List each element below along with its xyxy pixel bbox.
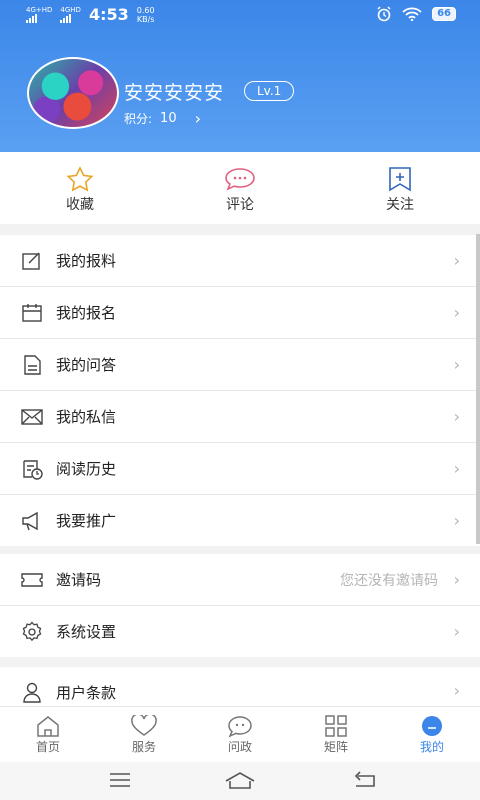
points-label: 积分: (124, 112, 153, 126)
edit-icon (22, 252, 40, 270)
menu-item-my-messages[interactable]: 我的私信 › (0, 391, 480, 443)
menu-icon[interactable] (108, 770, 132, 790)
points-value: 10 (160, 111, 177, 126)
user-icon (23, 682, 41, 703)
points-link[interactable]: 积分: 10 › (124, 109, 201, 128)
ticket-icon (21, 573, 43, 587)
calendar-icon (22, 304, 42, 322)
home-nav-icon[interactable] (224, 770, 256, 790)
menu-item-label: 系统设置 (56, 623, 117, 641)
chevron-right-icon: › (194, 109, 201, 128)
tab-label: 我的 (419, 740, 444, 754)
chat-icon (228, 716, 252, 737)
tab-mine[interactable]: 我的 (402, 715, 462, 755)
signal-2: 4GHD (60, 6, 81, 23)
menu-item-terms[interactable]: 用户条款 › (0, 667, 480, 706)
menu-item-my-qa[interactable]: 我的问答 › (0, 339, 480, 391)
chevron-right-icon: › (453, 251, 460, 270)
clock: 4:53 (88, 5, 129, 24)
back-icon[interactable] (352, 770, 378, 790)
follow-label: 关注 (386, 197, 414, 213)
menu-item-label: 用户条款 (56, 684, 117, 702)
menu-group-2: 邀请码 您还没有邀请码 › 系统设置 › (0, 554, 480, 657)
menu-item-label: 我的报名 (56, 304, 117, 322)
star-icon (66, 166, 94, 192)
menu-group-1: 我的报料 › 我的报名 › 我的问答 › 我的私信 › 阅读历史 › 我要推广 … (0, 235, 480, 546)
follow-button[interactable]: 关注 (360, 166, 440, 214)
tab-governance[interactable]: 问政 (210, 715, 270, 755)
follow-icon (389, 167, 411, 192)
menu-group-3: 用户条款 › (0, 667, 480, 706)
alarm-icon (377, 6, 391, 22)
tab-services[interactable]: 服务 (114, 715, 174, 755)
tab-label: 问政 (227, 740, 252, 754)
system-nav-bar (0, 762, 480, 800)
invite-code-hint: 您还没有邀请码 (340, 572, 438, 589)
menu-item-label: 我的报料 (56, 252, 117, 270)
bottom-tab-bar: 首页 服务 问政 矩阵 我的 (0, 706, 480, 763)
settings-icon (22, 621, 42, 642)
mail-icon (21, 409, 43, 425)
history-icon (23, 460, 43, 480)
username[interactable]: 安安安安安 (124, 78, 224, 105)
document-icon (24, 355, 41, 375)
net-speed: 0.60 KB/s (136, 5, 155, 24)
menu-item-label: 阅读历史 (56, 460, 117, 478)
chevron-right-icon: › (453, 459, 460, 478)
scrollbar[interactable] (476, 234, 480, 544)
tab-label: 矩阵 (323, 740, 348, 754)
chevron-right-icon: › (453, 407, 460, 426)
chevron-right-icon: › (453, 622, 460, 641)
battery-indicator: 66 (432, 7, 456, 21)
comments-button[interactable]: 评论 (200, 166, 280, 214)
chevron-right-icon: › (453, 681, 460, 700)
grid-icon (325, 715, 347, 737)
tab-label: 服务 (131, 740, 156, 754)
comments-label: 评论 (226, 197, 254, 213)
avatar[interactable] (27, 57, 119, 129)
chevron-right-icon: › (453, 303, 460, 322)
megaphone-icon (22, 511, 38, 531)
chevron-right-icon: › (453, 570, 460, 589)
level-badge: Lv.1 (244, 81, 295, 101)
profile-icon (422, 716, 442, 736)
profile-header: 4G+HD 4GHD 4:53 0.60 KB/s 66 安安安安安 Lv.1 … (0, 0, 480, 152)
menu-item-invite-code[interactable]: 邀请码 您还没有邀请码 › (0, 554, 480, 606)
favorites-label: 收藏 (66, 197, 94, 213)
favorites-button[interactable]: 收藏 (40, 166, 120, 214)
menu-item-label: 我的私信 (56, 408, 117, 426)
quick-actions: 收藏 评论 关注 (0, 152, 480, 224)
menu-item-label: 我的问答 (56, 356, 117, 374)
chevron-right-icon: › (453, 511, 460, 530)
home-icon (37, 716, 59, 737)
comment-icon (225, 168, 255, 191)
menu-item-my-reports[interactable]: 我的报料 › (0, 235, 480, 287)
status-bar: 4G+HD 4GHD 4:53 0.60 KB/s 66 (0, 0, 480, 30)
wifi-icon (402, 7, 422, 21)
menu-item-reading-history[interactable]: 阅读历史 › (0, 443, 480, 495)
tab-matrix[interactable]: 矩阵 (306, 715, 366, 755)
signal-1: 4G+HD (26, 6, 52, 23)
tab-home[interactable]: 首页 (18, 715, 78, 755)
menu-item-label: 邀请码 (56, 571, 102, 589)
heart-icon (131, 715, 157, 736)
menu-item-my-registrations[interactable]: 我的报名 › (0, 287, 480, 339)
tab-label: 首页 (35, 740, 60, 754)
menu-item-label: 我要推广 (56, 512, 117, 530)
menu-item-promote[interactable]: 我要推广 › (0, 495, 480, 546)
chevron-right-icon: › (453, 355, 460, 374)
menu-item-settings[interactable]: 系统设置 › (0, 606, 480, 657)
